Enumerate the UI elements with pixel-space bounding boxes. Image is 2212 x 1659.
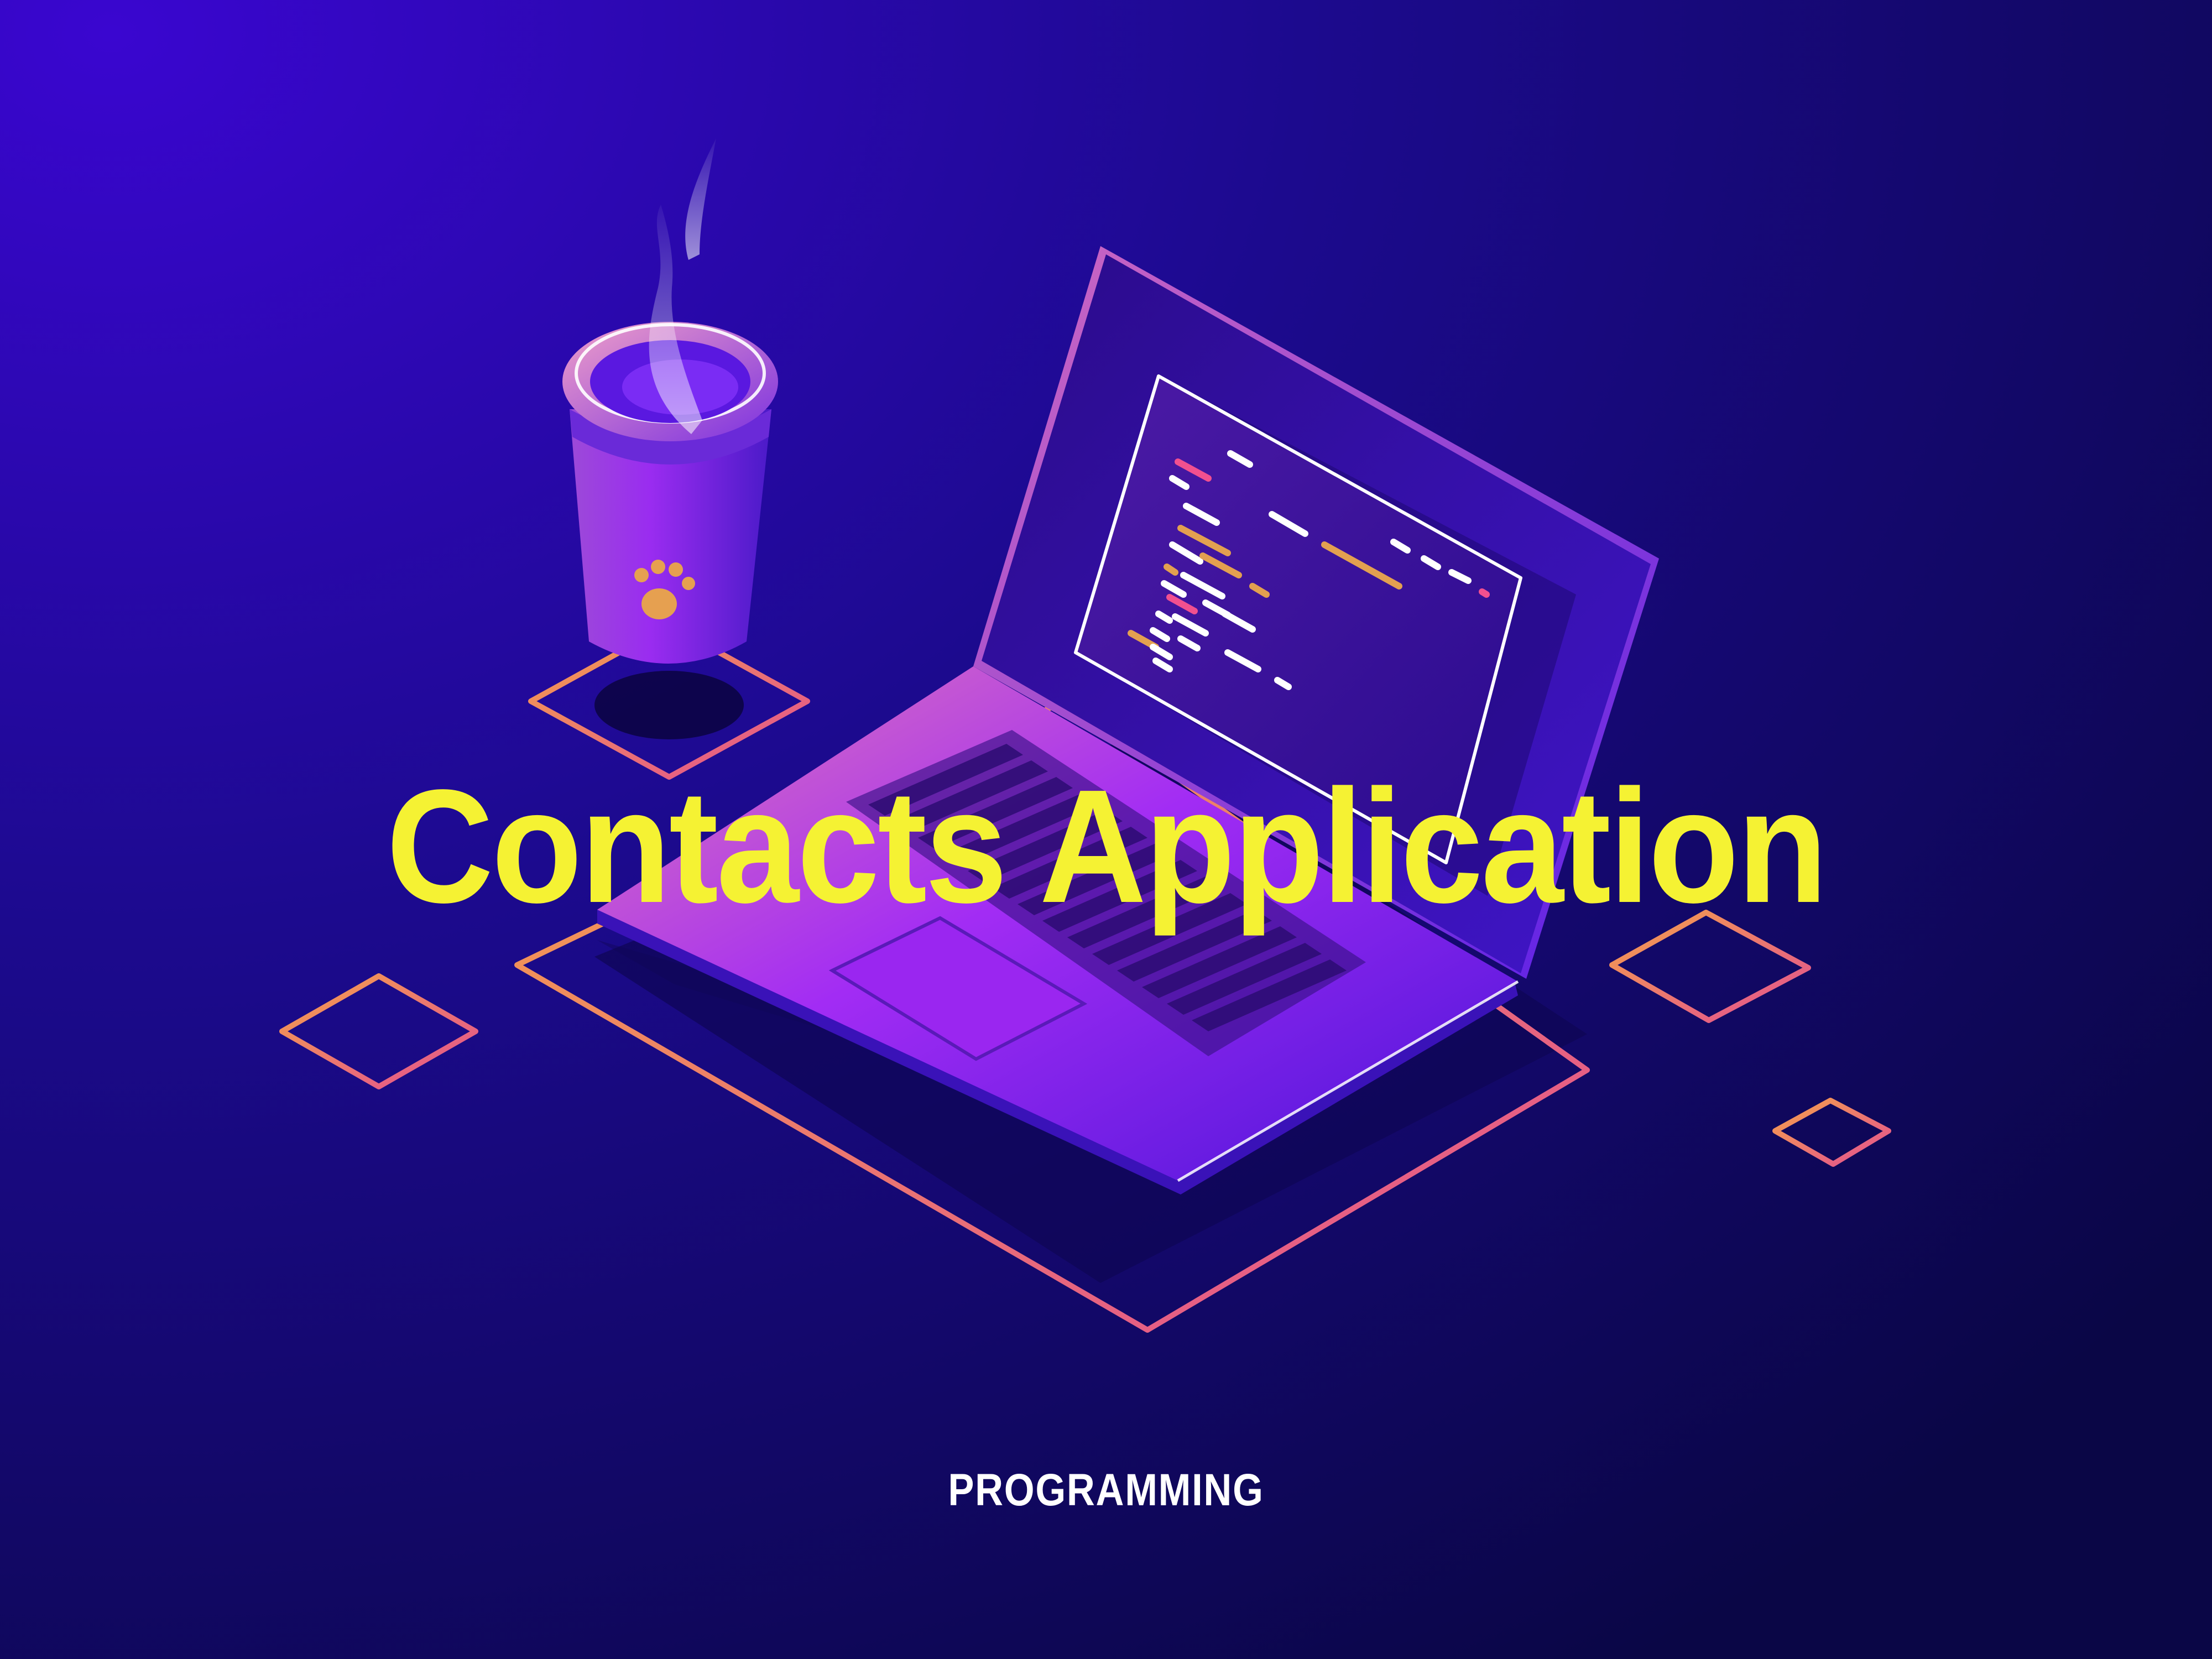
category-label: PROGRAMMING [948, 1465, 1264, 1515]
hero-banner: Contacts Application PROGRAMMING [0, 0, 2212, 1659]
page-title: Contacts Application [386, 756, 1828, 936]
